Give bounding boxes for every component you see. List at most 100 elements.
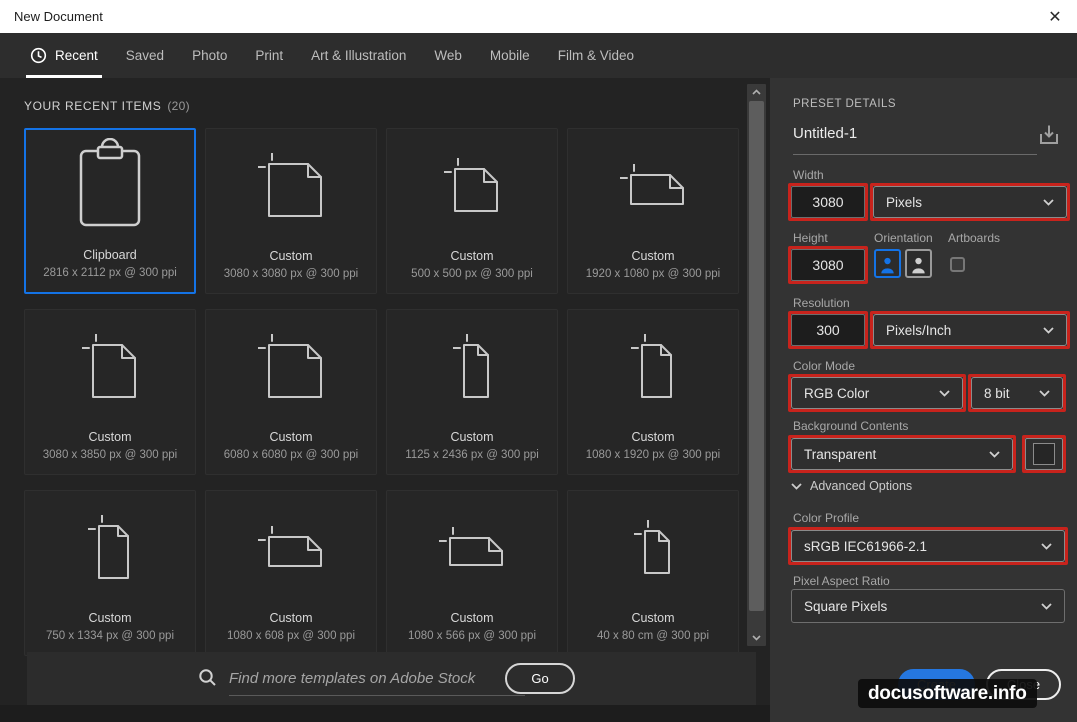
custom-document-icon <box>206 316 376 418</box>
custom-document-icon <box>206 135 376 237</box>
color-profile-dropdown[interactable]: sRGB IEC61966-2.1 <box>791 530 1065 562</box>
tab-recent[interactable]: Recent <box>16 33 112 78</box>
bit-depth-dropdown[interactable]: 8 bit <box>971 377 1063 409</box>
template-card[interactable]: Custom 1080 x 608 px @ 300 ppi <box>205 490 377 656</box>
tab-film-video[interactable]: Film & Video <box>544 33 648 78</box>
template-card[interactable]: Clipboard 2816 x 2112 px @ 300 ppi <box>24 128 196 294</box>
chevron-down-icon <box>1043 326 1054 334</box>
search-input[interactable]: Find more templates on Adobe Stock <box>229 662 525 696</box>
template-name: Custom <box>269 249 313 263</box>
template-card[interactable]: Custom 6080 x 6080 px @ 300 ppi <box>205 309 377 475</box>
color-profile-label: Color Profile <box>793 511 860 525</box>
save-preset-icon[interactable] <box>1036 122 1062 148</box>
template-name: Custom <box>450 611 494 625</box>
chevron-down-icon <box>1041 542 1052 550</box>
artboards-checkbox[interactable] <box>950 257 965 272</box>
width-input[interactable]: 3080 <box>791 186 865 218</box>
color-mode-dropdown[interactable]: RGB Color <box>791 377 963 409</box>
background-dropdown[interactable]: Transparent <box>791 438 1013 470</box>
chevron-down-icon <box>989 450 1000 458</box>
template-card[interactable]: Custom 1080 x 566 px @ 300 ppi <box>386 490 558 656</box>
scroll-up-icon[interactable] <box>747 84 766 100</box>
template-name: Custom <box>450 249 494 263</box>
vertical-scrollbar[interactable] <box>747 84 766 646</box>
template-name: Custom <box>88 430 132 444</box>
template-dimensions: 40 x 80 cm @ 300 ppi <box>596 630 710 642</box>
template-name: Custom <box>631 430 675 444</box>
width-label: Width <box>793 168 824 182</box>
go-button[interactable]: Go <box>505 663 575 694</box>
advanced-options-toggle[interactable]: Advanced Options <box>791 479 912 493</box>
template-card[interactable]: Custom 750 x 1334 px @ 300 ppi <box>24 490 196 656</box>
resolution-input[interactable]: 300 <box>791 314 865 346</box>
preset-details-panel: PRESET DETAILS Untitled-1 Width 3080 Pix… <box>770 78 1077 722</box>
background-color-swatch[interactable] <box>1025 438 1063 470</box>
orientation-portrait-button[interactable] <box>874 249 901 278</box>
width-unit-annotation: Pixels <box>870 183 1070 221</box>
tab-web[interactable]: Web <box>420 33 476 78</box>
pixel-aspect-label: Pixel Aspect Ratio <box>793 574 890 588</box>
orientation-landscape-button[interactable] <box>905 249 932 278</box>
tab-label: Web <box>434 48 462 63</box>
bit-depth-value: 8 bit <box>984 385 1010 401</box>
tab-art-illustration[interactable]: Art & Illustration <box>297 33 420 78</box>
scrollbar-thumb[interactable] <box>749 101 764 611</box>
template-card[interactable]: Custom 1920 x 1080 px @ 300 ppi <box>567 128 739 294</box>
template-dimensions: 500 x 500 px @ 300 ppi <box>411 268 533 280</box>
close-icon[interactable]: ✕ <box>1043 5 1067 29</box>
document-name-input[interactable]: Untitled-1 <box>793 125 857 142</box>
template-dimensions: 1080 x 1920 px @ 300 ppi <box>585 449 721 461</box>
tab-mobile[interactable]: Mobile <box>476 33 544 78</box>
custom-document-icon <box>568 497 738 599</box>
pixel-aspect-dropdown[interactable]: Square Pixels <box>791 589 1065 623</box>
scroll-down-icon[interactable] <box>747 630 766 646</box>
custom-document-icon <box>387 135 557 237</box>
width-unit-dropdown[interactable]: Pixels <box>873 186 1067 218</box>
background-annotation: Transparent <box>788 435 1016 473</box>
width-unit-value: Pixels <box>886 194 923 210</box>
resolution-annotation: 300 <box>788 311 868 349</box>
template-dimensions: 3080 x 3850 px @ 300 ppi <box>42 449 178 461</box>
template-name: Clipboard <box>83 248 137 262</box>
chevron-down-icon <box>1043 198 1054 206</box>
resolution-unit-dropdown[interactable]: Pixels/Inch <box>873 314 1067 346</box>
tab-print[interactable]: Print <box>241 33 297 78</box>
template-name: Custom <box>88 611 132 625</box>
custom-document-icon <box>568 135 738 237</box>
template-card[interactable]: Custom 3080 x 3080 px @ 300 ppi <box>205 128 377 294</box>
color-mode-label: Color Mode <box>793 359 856 373</box>
dialog-titlebar: New Document ✕ <box>0 0 1077 33</box>
template-card[interactable]: Custom 3080 x 3850 px @ 300 ppi <box>24 309 196 475</box>
template-name: Custom <box>631 611 675 625</box>
template-dimensions: 6080 x 6080 px @ 300 ppi <box>223 449 359 461</box>
advanced-options-label: Advanced Options <box>810 479 913 493</box>
recent-items-header: YOUR RECENT ITEMS (20) <box>24 99 190 113</box>
preset-details-header: PRESET DETAILS <box>793 98 897 110</box>
template-name: Custom <box>450 430 494 444</box>
resolution-unit-value: Pixels/Inch <box>886 322 952 338</box>
clock-icon <box>30 47 47 64</box>
recent-items-panel: YOUR RECENT ITEMS (20) Clipboard 2816 x 2… <box>0 78 770 722</box>
template-dimensions: 1125 x 2436 px @ 300 ppi <box>405 449 539 461</box>
background-contents-label: Background Contents <box>793 419 909 433</box>
recent-items-count: (20) <box>167 99 190 113</box>
dialog-title: New Document <box>14 9 103 24</box>
color-profile-value: sRGB IEC61966-2.1 <box>804 538 928 554</box>
tab-photo[interactable]: Photo <box>178 33 241 78</box>
chevron-down-icon <box>1039 389 1050 397</box>
bit-depth-annotation: 8 bit <box>968 374 1066 412</box>
search-icon <box>197 667 219 694</box>
custom-document-icon <box>568 316 738 418</box>
template-card[interactable]: Custom 40 x 80 cm @ 300 ppi <box>567 490 739 656</box>
chevron-down-icon <box>791 482 802 490</box>
height-input[interactable]: 3080 <box>791 249 865 281</box>
search-placeholder: Find more templates on Adobe Stock <box>229 670 476 687</box>
custom-document-icon <box>25 316 195 418</box>
recent-items-title: YOUR RECENT ITEMS <box>24 99 162 113</box>
chevron-down-icon <box>1041 602 1052 610</box>
template-card[interactable]: Custom 500 x 500 px @ 300 ppi <box>386 128 558 294</box>
tab-saved[interactable]: Saved <box>112 33 178 78</box>
template-card[interactable]: Custom 1080 x 1920 px @ 300 ppi <box>567 309 739 475</box>
custom-document-icon <box>387 497 557 599</box>
template-card[interactable]: Custom 1125 x 2436 px @ 300 ppi <box>386 309 558 475</box>
